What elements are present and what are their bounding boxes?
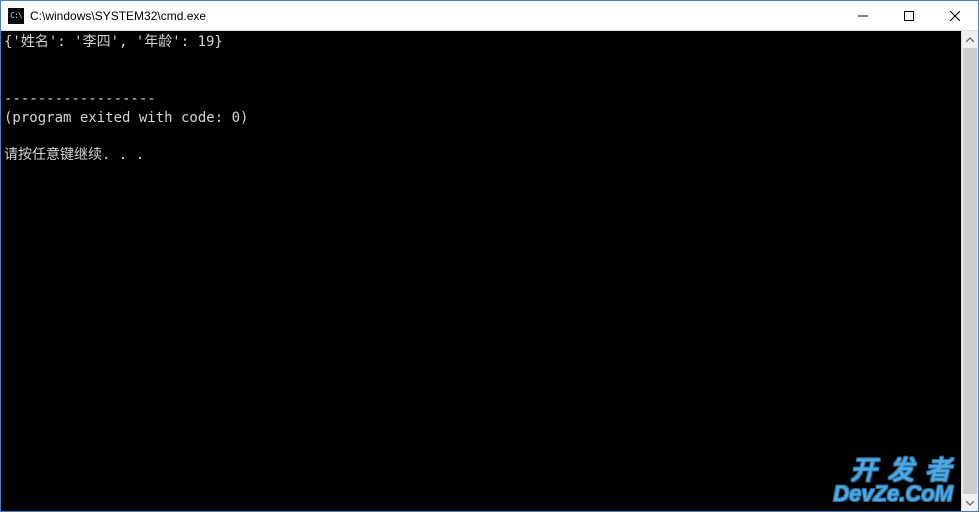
chevron-down-icon <box>966 499 974 507</box>
scrollbar-track[interactable] <box>962 48 978 494</box>
scrollbar-up-arrow[interactable] <box>962 31 978 48</box>
minimize-icon <box>858 11 868 21</box>
chevron-up-icon <box>966 36 974 44</box>
scrollbar-thumb[interactable] <box>963 48 977 494</box>
minimize-button[interactable] <box>840 1 886 30</box>
vertical-scrollbar[interactable] <box>961 31 978 511</box>
titlebar[interactable]: C:\ C:\windows\SYSTEM32\cmd.exe <box>1 1 978 31</box>
cmd-window: C:\ C:\windows\SYSTEM32\cmd.exe <box>0 0 979 512</box>
scrollbar-down-arrow[interactable] <box>962 494 978 511</box>
close-button[interactable] <box>932 1 978 30</box>
window-title: C:\windows\SYSTEM32\cmd.exe <box>30 9 840 23</box>
maximize-icon <box>904 11 914 21</box>
content-area: {'姓名': '李四', '年龄': 19} -----------------… <box>1 31 978 511</box>
window-controls <box>840 1 978 30</box>
window-icon-label: C:\ <box>10 11 21 20</box>
close-icon <box>950 11 960 21</box>
window-icon: C:\ <box>8 8 24 24</box>
maximize-button[interactable] <box>886 1 932 30</box>
terminal-output[interactable]: {'姓名': '李四', '年龄': 19} -----------------… <box>1 31 961 511</box>
